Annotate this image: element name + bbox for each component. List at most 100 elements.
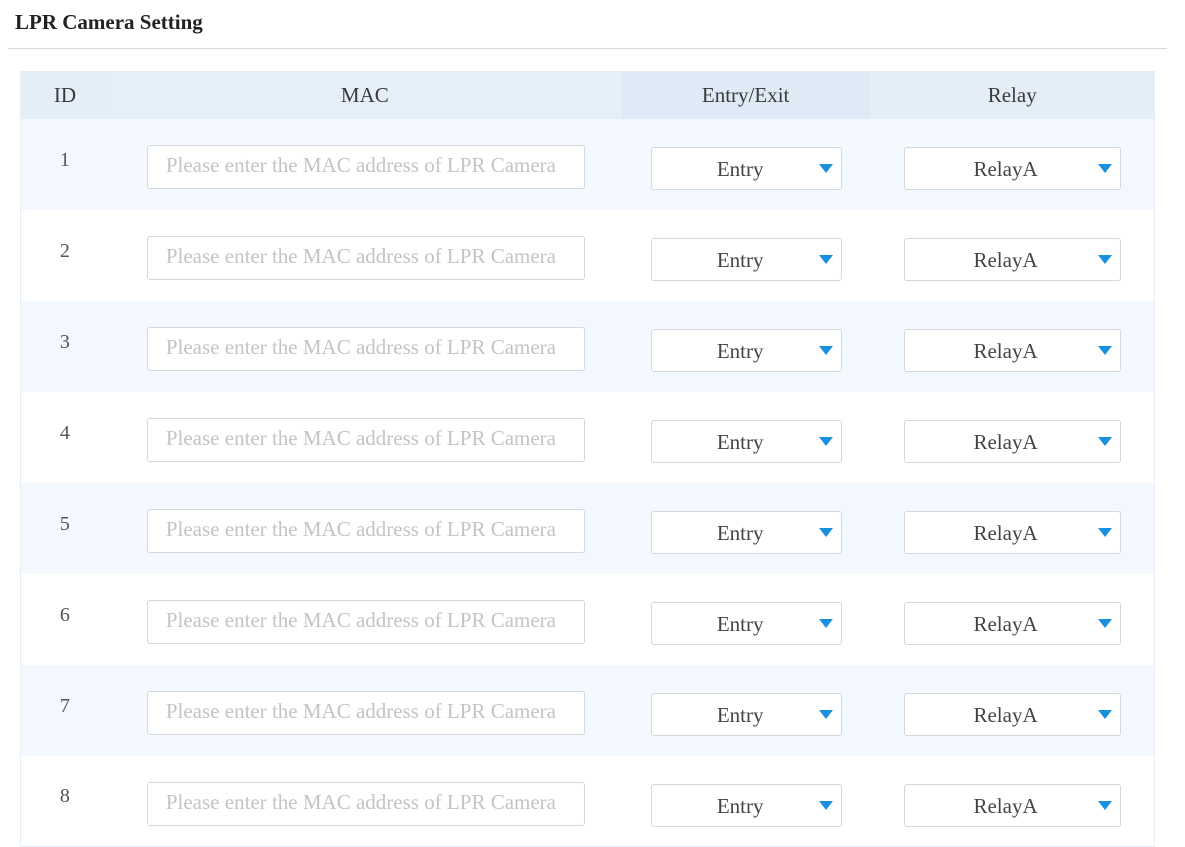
row-relay-cell: RelayA	[870, 574, 1154, 665]
mac-address-input[interactable]	[146, 326, 585, 371]
entry-exit-select[interactable]: Entry	[650, 419, 842, 463]
relay-select[interactable]: RelayA	[904, 237, 1122, 281]
row-mac-cell	[109, 665, 621, 756]
row-mac-cell	[109, 574, 621, 665]
entry-exit-select[interactable]: Entry	[650, 146, 842, 190]
relay-select[interactable]: RelayA	[904, 601, 1122, 645]
mac-address-input[interactable]	[146, 599, 585, 644]
row-mac-cell	[109, 392, 621, 483]
row-id: 4	[59, 421, 70, 444]
entry-exit-value: Entry	[716, 429, 764, 454]
relay-select[interactable]: RelayA	[904, 783, 1122, 827]
caret-down-icon	[1098, 436, 1113, 446]
row-relay-cell: RelayA	[870, 301, 1154, 392]
entry-exit-value: Entry	[716, 702, 764, 727]
relay-value: RelayA	[973, 611, 1038, 636]
row-id-cell: 4	[21, 392, 109, 483]
row-entry-exit-cell: Entry	[621, 301, 871, 392]
entry-exit-select[interactable]: Entry	[650, 510, 842, 554]
table-row: 8 Entry RelayA	[20, 755, 1155, 847]
caret-down-icon	[1098, 254, 1113, 264]
row-id-cell: 3	[21, 301, 109, 392]
row-mac-cell	[109, 210, 621, 301]
lpr-camera-table: ID MAC Entry/Exit Relay 1 Entry RelayA	[20, 71, 1155, 847]
mac-address-input[interactable]	[146, 781, 585, 826]
table-row: 3 Entry RelayA	[20, 300, 1155, 392]
entry-exit-value: Entry	[716, 247, 764, 272]
caret-down-icon	[1098, 527, 1113, 537]
entry-exit-select[interactable]: Entry	[650, 328, 842, 372]
caret-down-icon	[818, 163, 833, 173]
caret-down-icon	[818, 436, 833, 446]
caret-down-icon	[1098, 800, 1113, 810]
row-id: 1	[59, 148, 70, 171]
table-row: 5 Entry RelayA	[20, 482, 1155, 574]
header-entry-exit: Entry/Exit	[620, 71, 871, 119]
relay-value: RelayA	[973, 156, 1038, 181]
entry-exit-value: Entry	[716, 520, 764, 545]
header-mac: MAC	[108, 71, 621, 119]
entry-exit-value: Entry	[716, 156, 764, 181]
mac-address-input[interactable]	[146, 690, 585, 735]
relay-value: RelayA	[973, 247, 1038, 272]
row-mac-cell	[109, 301, 621, 392]
row-relay-cell: RelayA	[870, 392, 1154, 483]
caret-down-icon	[1098, 709, 1113, 719]
page-title: LPR Camera Setting	[15, 10, 203, 34]
row-entry-exit-cell: Entry	[621, 392, 871, 483]
entry-exit-value: Entry	[716, 793, 764, 818]
relay-select[interactable]: RelayA	[904, 692, 1122, 736]
mac-address-input[interactable]	[146, 417, 585, 462]
entry-exit-select[interactable]: Entry	[650, 783, 842, 827]
row-entry-exit-cell: Entry	[621, 756, 871, 847]
table-row: 7 Entry RelayA	[20, 664, 1155, 756]
row-id: 8	[59, 785, 70, 808]
table-row: 2 Entry RelayA	[20, 209, 1155, 301]
table-row: 4 Entry RelayA	[20, 391, 1155, 483]
caret-down-icon	[818, 345, 833, 355]
relay-select[interactable]: RelayA	[904, 328, 1122, 372]
relay-select[interactable]: RelayA	[904, 510, 1122, 554]
relay-select[interactable]: RelayA	[904, 146, 1122, 190]
entry-exit-select[interactable]: Entry	[650, 237, 842, 281]
row-relay-cell: RelayA	[870, 665, 1154, 756]
header-relay: Relay	[870, 71, 1155, 119]
table-body: 1 Entry RelayA 2 Entry	[20, 118, 1155, 847]
row-id-cell: 5	[21, 483, 109, 574]
row-id-cell: 6	[21, 574, 109, 665]
caret-down-icon	[1098, 618, 1113, 628]
title-divider	[8, 48, 1167, 49]
mac-address-input[interactable]	[146, 144, 585, 189]
caret-down-icon	[818, 709, 833, 719]
relay-value: RelayA	[973, 520, 1038, 545]
row-id-cell: 1	[21, 119, 109, 210]
row-relay-cell: RelayA	[870, 483, 1154, 574]
relay-value: RelayA	[973, 338, 1038, 363]
row-entry-exit-cell: Entry	[621, 574, 871, 665]
relay-select[interactable]: RelayA	[904, 419, 1122, 463]
row-id: 5	[59, 512, 70, 535]
mac-address-input[interactable]	[146, 508, 585, 553]
mac-address-input[interactable]	[146, 235, 585, 280]
table-row: 1 Entry RelayA	[20, 118, 1155, 210]
row-id: 3	[59, 330, 70, 353]
relay-value: RelayA	[973, 702, 1038, 727]
entry-exit-select[interactable]: Entry	[650, 601, 842, 645]
table-row: 6 Entry RelayA	[20, 573, 1155, 665]
row-id-cell: 8	[21, 756, 109, 847]
row-entry-exit-cell: Entry	[621, 665, 871, 756]
row-mac-cell	[109, 483, 621, 574]
caret-down-icon	[1098, 163, 1113, 173]
row-entry-exit-cell: Entry	[621, 119, 871, 210]
row-relay-cell: RelayA	[870, 210, 1154, 301]
relay-value: RelayA	[973, 793, 1038, 818]
row-id-cell: 2	[21, 210, 109, 301]
entry-exit-select[interactable]: Entry	[650, 692, 842, 736]
row-id: 2	[59, 239, 70, 262]
row-id-cell: 7	[21, 665, 109, 756]
caret-down-icon	[818, 800, 833, 810]
caret-down-icon	[818, 618, 833, 628]
caret-down-icon	[1098, 345, 1113, 355]
row-mac-cell	[109, 756, 621, 847]
row-relay-cell: RelayA	[870, 119, 1154, 210]
